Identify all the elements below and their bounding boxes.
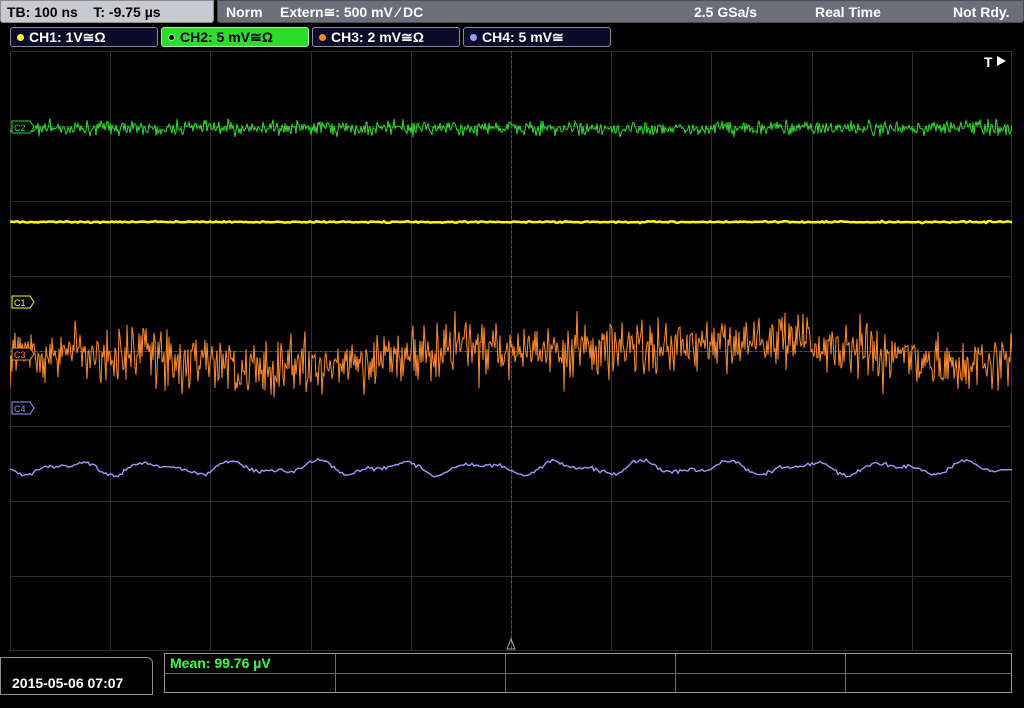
acquisition-mode: Real Time (815, 4, 881, 20)
ch2-offset-marker[interactable]: C2 (11, 120, 35, 134)
trigger-source: Extern≅: 500 mV ⁄ DC (280, 4, 424, 20)
measurement-table[interactable]: Mean: 99.76 µV (164, 653, 1012, 693)
ch4-offset-marker[interactable]: C4 (11, 401, 35, 415)
channel-tab-ch2[interactable]: CH2: 5 mV≅Ω (161, 27, 309, 47)
ch2-dot-icon (168, 34, 175, 41)
ch2-label: CH2: 5 mV≅Ω (180, 29, 273, 45)
channel-tab-ch4[interactable]: CH4: 5 mV≅ (463, 27, 611, 47)
measurement-cell-divider (845, 654, 846, 692)
ch1-offset-marker[interactable]: C1 (11, 295, 35, 309)
timebase-value: TB: 100 ns (7, 4, 78, 20)
ch1-label: CH1: 1V≅Ω (29, 29, 106, 45)
channel-tab-ch1[interactable]: CH1: 1V≅Ω (10, 27, 158, 47)
run-status: Not Rdy. (953, 4, 1010, 20)
measurement-cell-divider (675, 654, 676, 692)
channel-tab-ch3[interactable]: CH3: 2 mV≅Ω (312, 27, 460, 47)
ch4-label: CH4: 5 mV≅ (482, 29, 564, 45)
ch1-waveform (10, 219, 1012, 225)
timebase-panel[interactable]: TB: 100 ns T: -9.75 µs (0, 0, 214, 23)
ch3-label: CH3: 2 mV≅Ω (331, 29, 424, 45)
ch4-dot-icon (470, 34, 477, 41)
trigger-time-value: T: -9.75 µs (93, 4, 161, 20)
sample-rate: 2.5 GSa/s (694, 4, 758, 20)
datetime-display: 2015-05-06 07:07 (0, 657, 153, 695)
acquisition-panel[interactable]: Norm Extern≅: 500 mV ⁄ DC 2.5 GSa/s Real… (217, 0, 1024, 23)
mean-measurement: Mean: 99.76 µV (170, 655, 271, 671)
status-bar: TB: 100 ns T: -9.75 µs Norm Extern≅: 500… (0, 0, 1024, 24)
footer: 2015-05-06 07:07 Mean: 99.76 µV (0, 651, 1024, 695)
ch3-offset-marker[interactable]: C3 (11, 347, 35, 361)
waveform-display[interactable]: C2 C1 C3 C4 T (10, 51, 1012, 651)
measurement-cell-divider (335, 654, 336, 692)
ch3-marker-label: C3 (14, 350, 26, 360)
trigger-marker-label: T (984, 54, 993, 70)
ch1-dot-icon (17, 34, 24, 41)
trigger-mode: Norm (226, 4, 263, 20)
ch1-marker-label: C1 (14, 298, 26, 308)
ch2-marker-label: C2 (14, 123, 26, 133)
ch4-marker-label: C4 (14, 404, 26, 414)
measurement-cell-divider (505, 654, 506, 692)
measurement-row-divider (165, 673, 1011, 674)
ch3-dot-icon (319, 34, 326, 41)
